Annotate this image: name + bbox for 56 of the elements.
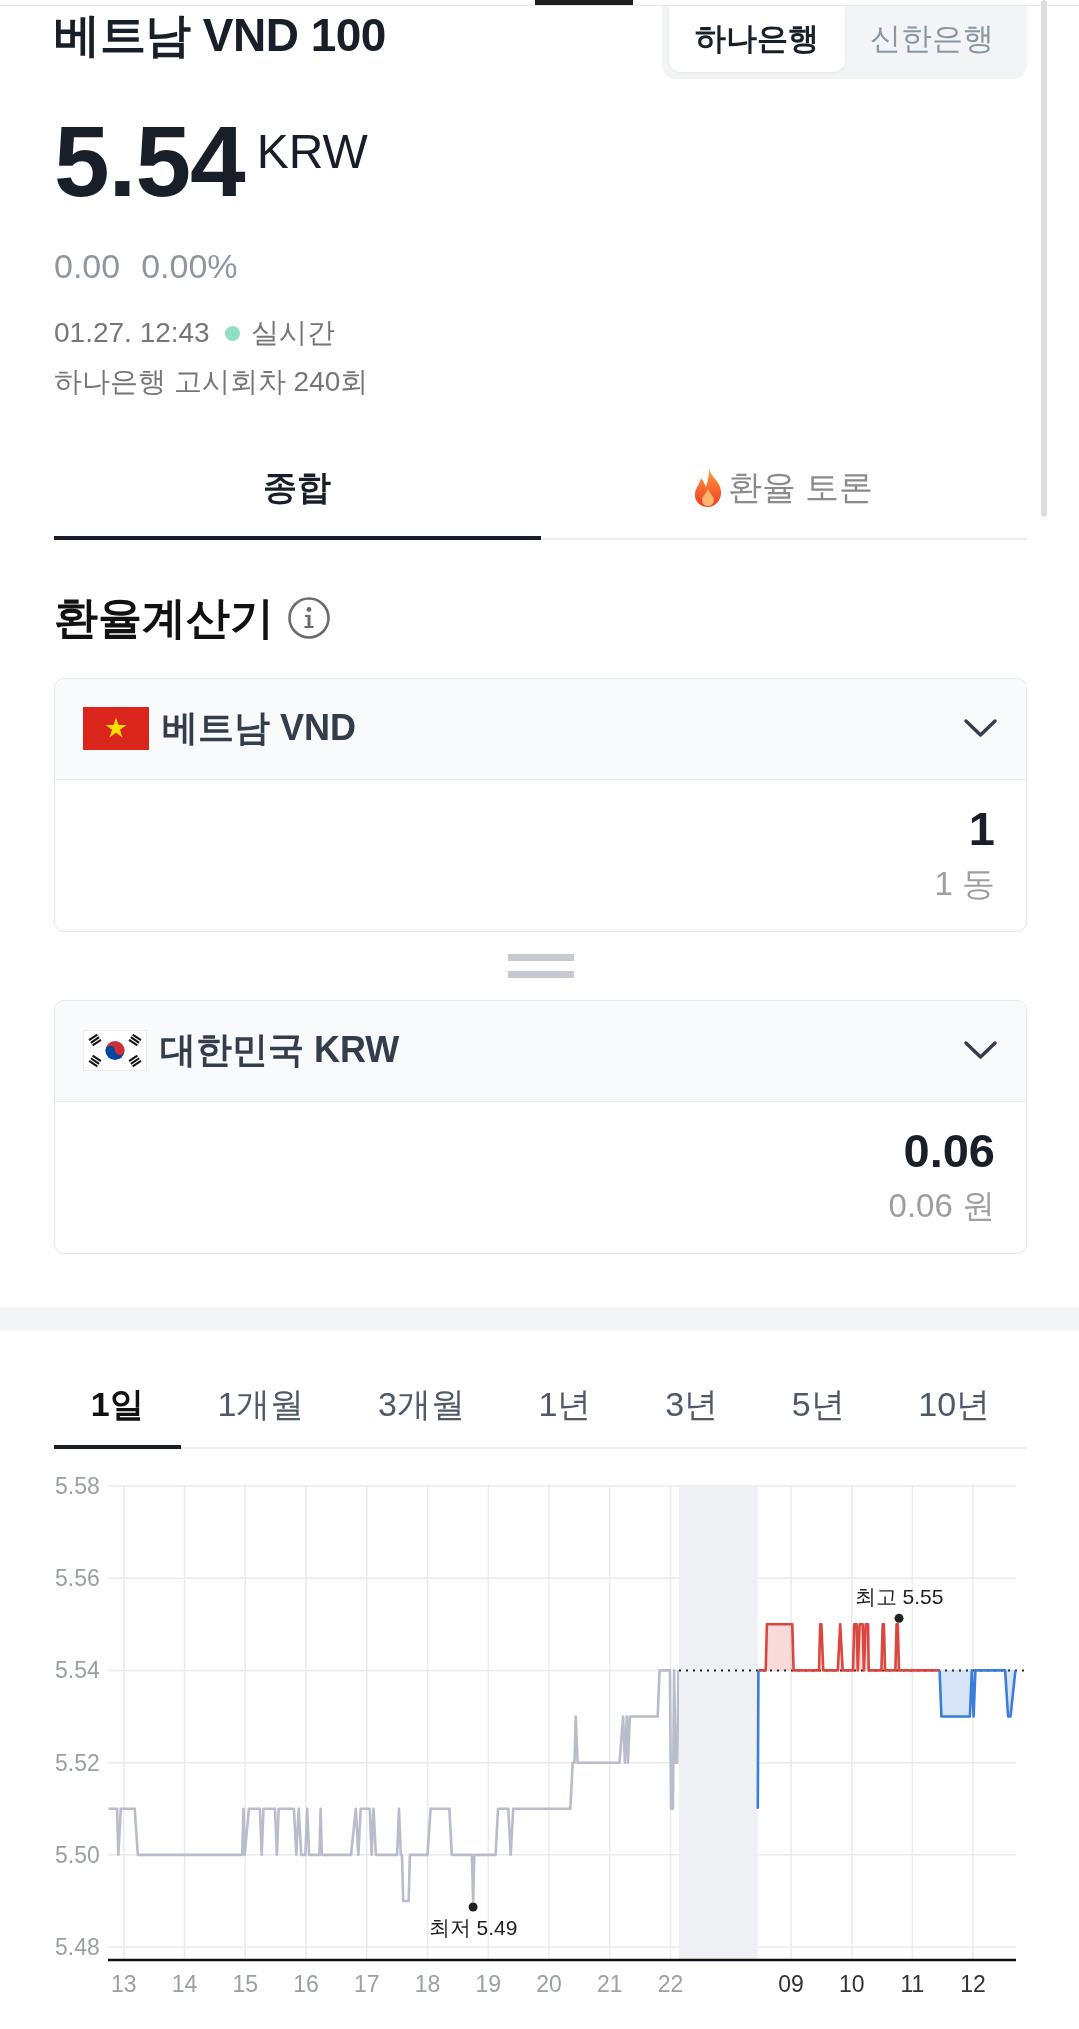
period-tab[interactable]: 1년 (501, 1364, 629, 1449)
x-axis-label: 19 (475, 1970, 502, 1997)
y-axis-label: 5.54 (55, 1657, 100, 1684)
vietnam-flag-icon (83, 707, 149, 751)
amount-input[interactable]: 1 (968, 804, 995, 852)
x-axis-label: 17 (354, 1970, 380, 1997)
period-tab[interactable]: 5년 (754, 1364, 882, 1449)
y-axis-label: 5.50 (55, 1841, 100, 1868)
info-icon[interactable] (288, 597, 330, 640)
notice-text: 하나은행 고시회차 240회 (54, 368, 369, 396)
change-rate: 0.00% (141, 249, 238, 283)
rate-value: 5.54 (54, 111, 245, 211)
bank-tab[interactable]: 하나은행 (669, 6, 845, 72)
period-tab[interactable]: 1일 (54, 1364, 181, 1449)
section-title: 환율계산기 (54, 592, 274, 644)
x-axis-label: 10 (838, 1970, 865, 1997)
amount-input[interactable]: 0.06 (903, 1126, 995, 1174)
x-axis-label: 14 (171, 1970, 198, 1997)
chevron-down-icon (964, 719, 997, 739)
period-tab[interactable]: 3년 (628, 1364, 755, 1449)
y-axis-label: 5.52 (55, 1749, 100, 1776)
period-tab[interactable]: 3개월 (341, 1364, 502, 1449)
x-axis-label: 15 (232, 1970, 259, 1997)
price-note-label: 최저 5.49 (428, 1915, 518, 1939)
x-axis-label: 12 (960, 1970, 986, 1997)
price-note-label: 최고 5.55 (854, 1585, 944, 1609)
currency-title: 베트남 VND 100 (54, 10, 386, 61)
marker-dot-icon (894, 1613, 904, 1623)
y-axis-label: 5.56 (55, 1565, 100, 1591)
amount-caption: 0.06 원 (888, 1188, 995, 1222)
equals-icon (507, 953, 574, 978)
x-axis-label: 20 (536, 1970, 562, 1997)
amount-caption: 1 동 (934, 866, 995, 900)
marker-dot-icon (468, 1902, 478, 1912)
section-tab[interactable]: 종합 (54, 440, 541, 540)
currency-unit: KRW (256, 128, 368, 176)
x-axis-label: 22 (657, 1970, 684, 1997)
x-axis-label: 21 (596, 1970, 623, 1997)
chevron-down-icon (964, 1041, 997, 1061)
x-axis-label: 18 (414, 1970, 441, 1997)
realtime-label: 실시간 (250, 319, 335, 347)
status-dot-icon (224, 325, 240, 341)
period-tab[interactable]: 10년 (881, 1364, 1027, 1449)
x-axis-label: 11 (900, 1970, 925, 1997)
period-tab[interactable]: 1개월 (180, 1364, 342, 1449)
update-time: 01.27. 12:43 (54, 319, 210, 347)
x-axis-label: 09 (778, 1970, 804, 1997)
korea-flag-icon (83, 1030, 147, 1072)
x-axis-label: 16 (293, 1970, 319, 1997)
y-axis-label: 5.58 (55, 1472, 100, 1499)
y-axis-label: 5.48 (55, 1933, 100, 1960)
currency-select[interactable]: 베트남 VND (55, 678, 1026, 780)
fire-icon (694, 469, 722, 507)
x-axis-label: 13 (111, 1970, 137, 1997)
currency-select[interactable]: 대한민국 KRW (55, 1000, 1026, 1102)
change-value: 0.00 (54, 249, 121, 283)
